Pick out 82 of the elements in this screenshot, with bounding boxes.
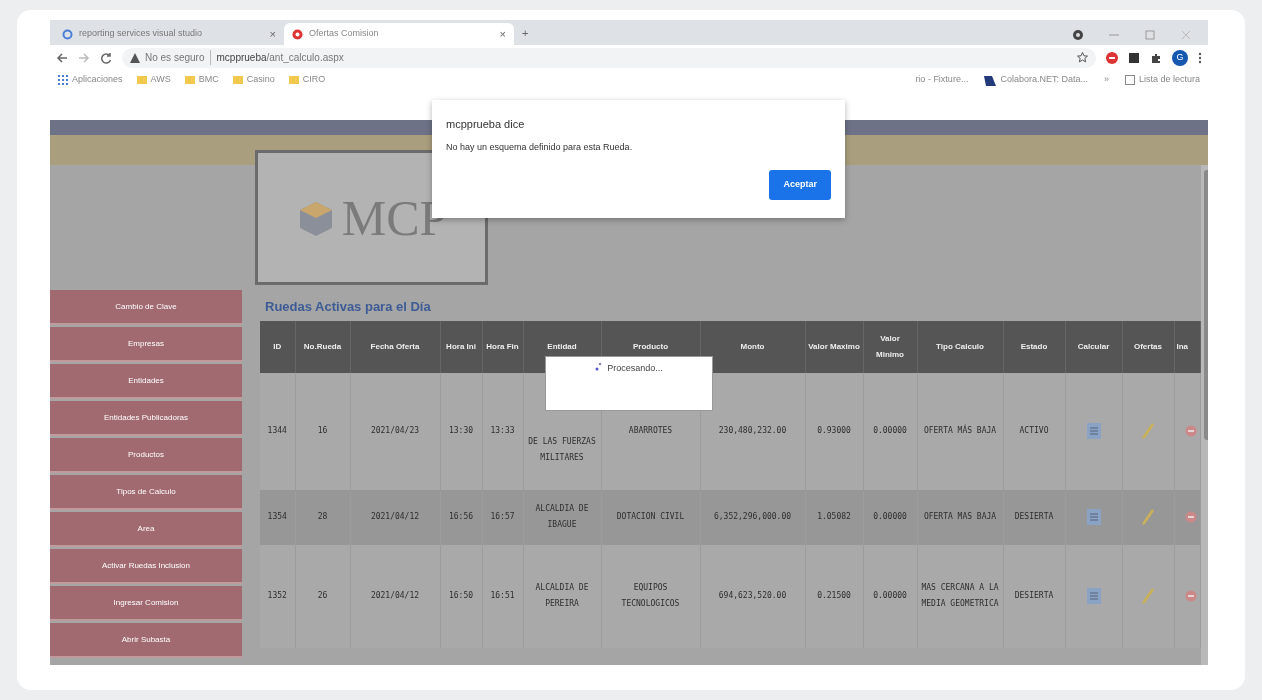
column-header: ID: [260, 320, 295, 373]
sidebar-button[interactable]: Activar Ruedas Inclusion: [50, 549, 242, 584]
tab-title: Ofertas Comision: [309, 27, 380, 41]
table-cell: OFERTA MAS BAJA: [917, 489, 1003, 545]
table-cell: ALCALDIA DE IBAGUE: [523, 489, 601, 545]
column-header: Valor Minimo: [863, 320, 917, 373]
column-header: No.Rueda: [295, 320, 350, 373]
sidebar-button[interactable]: Entidades: [50, 364, 242, 399]
table-cell: 2021/04/12: [350, 489, 440, 545]
bookmark-link[interactable]: BMC: [198, 73, 219, 87]
bookmark-link[interactable]: AWS: [150, 73, 171, 87]
browser-tab[interactable]: Ofertas Comision ×: [284, 23, 514, 45]
table-cell: 1354: [260, 489, 295, 545]
close-tab-button[interactable]: ×: [499, 25, 506, 43]
table-cell: 16: [295, 372, 350, 490]
reading-list-link[interactable]: Lista de lectura: [1138, 73, 1200, 87]
more-bookmarks-button[interactable]: »: [1103, 73, 1109, 87]
table-cell: 0.00000: [863, 372, 917, 490]
table-cell: 0.93000: [805, 372, 863, 490]
sidebar-button[interactable]: Empresas: [50, 327, 242, 362]
browser-tab[interactable]: reporting services visual studio ×: [54, 23, 284, 45]
column-header: Ofertas: [1122, 320, 1174, 373]
table-cell: 0.00000: [863, 544, 917, 648]
column-header: Tipo Calculo: [917, 320, 1003, 373]
sidebar-button[interactable]: Area: [50, 512, 242, 547]
column-header: Hora Ini: [440, 320, 482, 373]
profile-avatar[interactable]: G: [1172, 49, 1188, 66]
table-cell: 2021/04/23: [350, 372, 440, 490]
table-cell: 1352: [260, 544, 295, 648]
table-cell: DOTACION CIVIL: [601, 489, 700, 545]
table-cell: 694,623,520.00: [700, 544, 805, 648]
url-text: mcpprueba/ant_calculo.aspx: [216, 51, 344, 65]
sidebar-button[interactable]: Abrir Subasta: [50, 623, 242, 658]
column-header: Monto: [700, 320, 805, 373]
sidebar-button[interactable]: Entidades Publicadoras: [50, 401, 242, 436]
table-cell: OFERTA MÁS BAJA: [917, 372, 1003, 490]
table-cell: MAS CERCANA A LA MEDIA GEOMETRICA: [917, 544, 1003, 648]
sidebar-button[interactable]: Ingresar Comision: [50, 586, 242, 621]
column-header: Calcular: [1065, 320, 1122, 373]
close-tab-button[interactable]: ×: [269, 25, 276, 43]
bookmark-link[interactable]: Casino: [246, 73, 275, 87]
column-header: Valor Maximo: [805, 320, 863, 373]
table-cell: 16:50: [440, 544, 482, 648]
table-cell: 16:51: [482, 544, 523, 648]
table-cell: 13:30: [440, 372, 482, 490]
column-header: Estado: [1003, 320, 1065, 373]
table-cell: ACTIVO: [1003, 372, 1065, 490]
address-bar[interactable]: No es seguro mcpprueba/ant_calculo.aspx: [122, 47, 1096, 68]
bookmark-link[interactable]: CIRO: [302, 73, 326, 87]
table-cell: 0.00000: [863, 489, 917, 545]
table-cell: 2021/04/12: [350, 544, 440, 648]
security-label: No es seguro: [145, 50, 212, 65]
table-cell: 1344: [260, 372, 295, 490]
column-header: Ina: [1174, 320, 1200, 373]
dialog-title: mcpprueba dice: [446, 117, 526, 132]
table-cell: 16:56: [440, 489, 482, 545]
bookmark-link[interactable]: Colabora.NET: Data...: [1000, 73, 1088, 87]
sidebar-button[interactable]: Cambio de Clave: [50, 290, 242, 325]
table-cell: 6,352,296,000.00: [700, 489, 805, 545]
table-cell: ALCALDIA DE PEREIRA: [523, 544, 601, 648]
table-cell: 28: [295, 489, 350, 545]
table-cell: EQUIPOS TECNOLOGICOS: [601, 544, 700, 648]
column-header: Fecha Oferta: [350, 320, 440, 373]
accept-button[interactable]: Aceptar: [769, 170, 831, 200]
table-cell: 16:57: [482, 489, 523, 545]
table-cell: 230,480,232.00: [700, 372, 805, 490]
column-header: Hora Fin: [482, 320, 523, 373]
bookmark-link[interactable]: rio - Fixture...: [915, 73, 969, 87]
table-cell: 0.21500: [805, 544, 863, 648]
dialog-message: No hay un esquema definido para esta Rueda.: [446, 140, 634, 154]
new-tab-button[interactable]: +: [522, 24, 529, 41]
processing-text: Procesando...: [607, 362, 663, 375]
table-cell: 1.05082: [805, 489, 863, 545]
sidebar-button[interactable]: Tipos de Calculo: [50, 475, 242, 510]
table-cell: 13:33: [482, 372, 523, 490]
section-heading: Ruedas Activas para el Día: [265, 298, 432, 316]
sidebar-button[interactable]: Productos: [50, 438, 242, 473]
bookmark-link[interactable]: Aplicaciones: [72, 73, 123, 87]
table-cell: DESIERTA: [1003, 489, 1065, 545]
table-cell: 26: [295, 544, 350, 648]
tab-title: reporting services visual studio: [79, 27, 204, 41]
table-cell: DESIERTA: [1003, 544, 1065, 648]
